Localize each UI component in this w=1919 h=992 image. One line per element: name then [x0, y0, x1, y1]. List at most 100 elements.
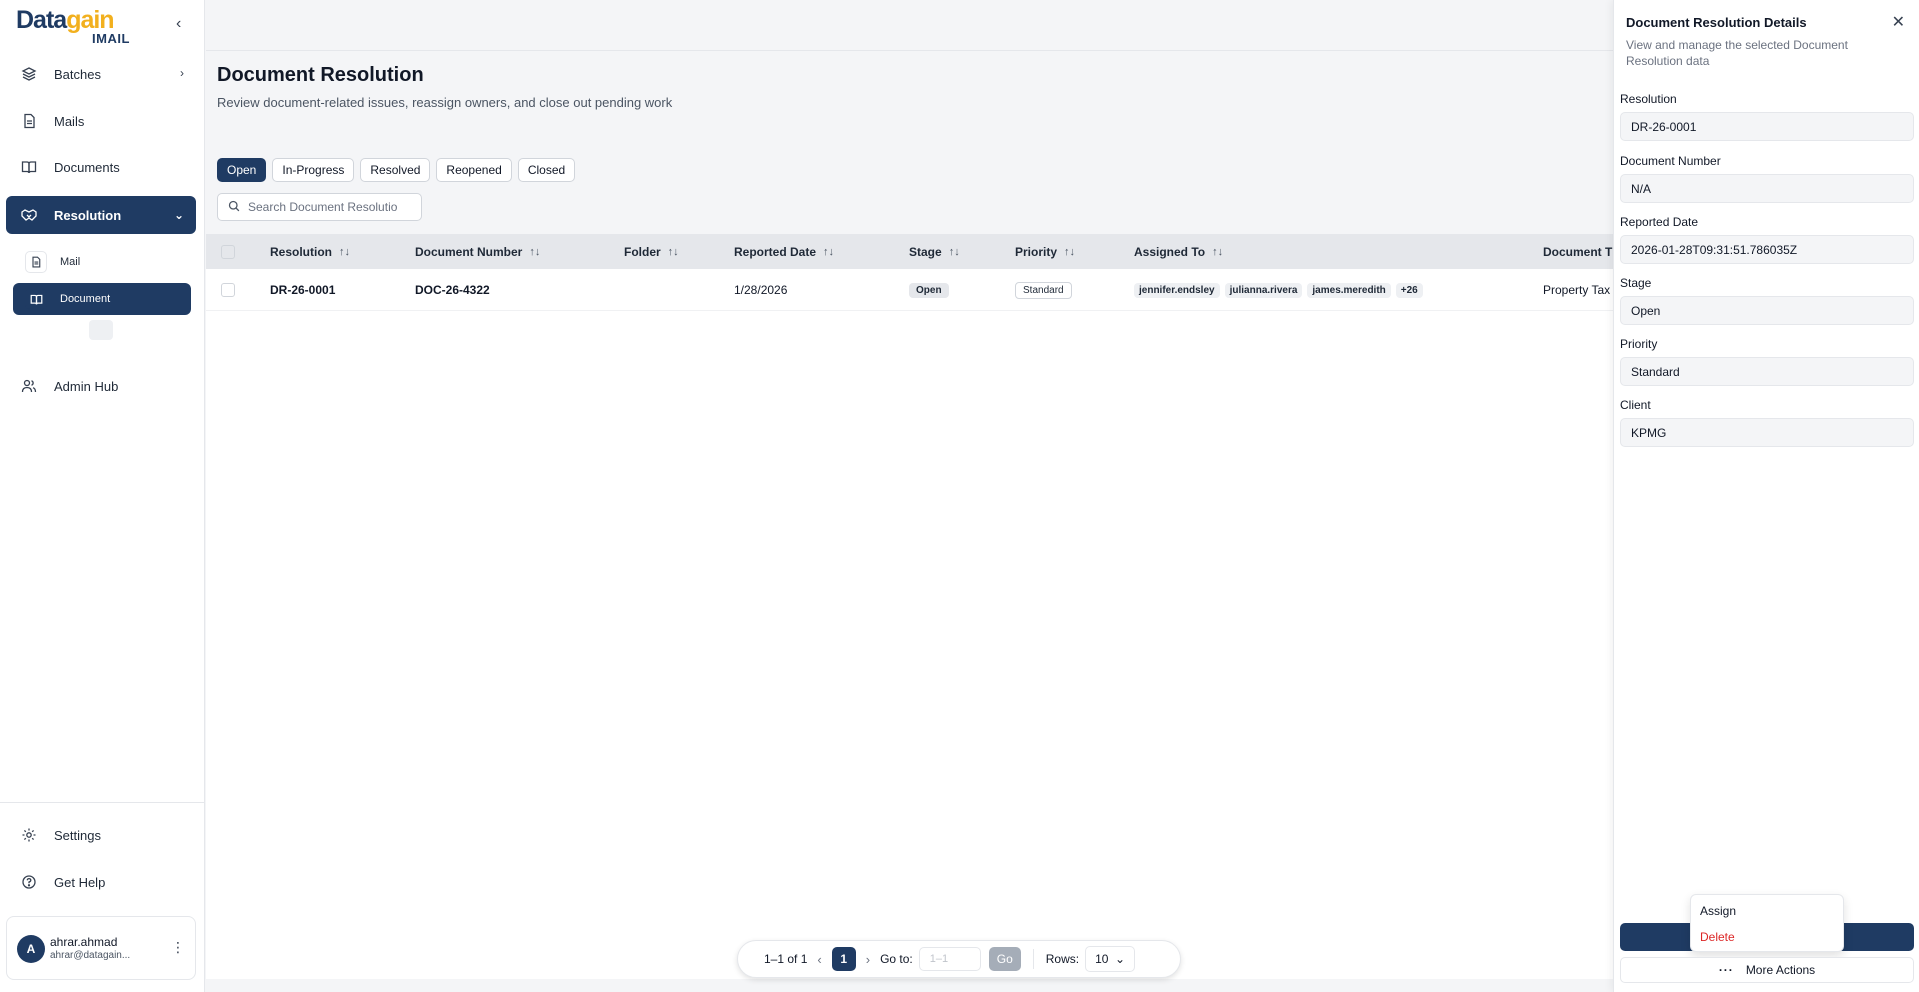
tab-resolved[interactable]: Resolved — [360, 158, 431, 182]
logo-subtext: IMAIL — [92, 31, 130, 46]
search-input[interactable] — [248, 200, 398, 214]
field-label-document-number: Document Number — [1620, 154, 1721, 168]
handshake-icon — [20, 206, 38, 224]
close-icon[interactable]: ✕ — [1892, 12, 1905, 32]
sidebar-subitem-document[interactable]: Document — [13, 283, 191, 315]
sort-icon: ↑↓ — [1212, 245, 1224, 258]
sidebar-item-documents[interactable]: Documents — [6, 149, 196, 185]
menu-item-delete[interactable]: Delete — [1700, 930, 1735, 944]
reported-date-field[interactable] — [1620, 235, 1914, 264]
field-label-client: Client — [1620, 398, 1651, 412]
logo-text-a: Data — [16, 6, 67, 34]
select-all-checkbox[interactable] — [221, 245, 235, 259]
book-open-icon — [20, 158, 38, 176]
sort-icon: ↑↓ — [823, 245, 835, 258]
layers-icon — [20, 65, 38, 83]
cell-document-type: Property Tax — [1543, 283, 1611, 297]
sidebar-item-mails[interactable]: Mails — [6, 103, 196, 139]
more-actions-button[interactable]: ··· More Actions — [1620, 957, 1914, 983]
column-header-folder[interactable]: Folder ↑↓ — [624, 234, 679, 269]
collapse-sidebar-icon[interactable]: ‹ — [176, 16, 192, 32]
cell-stage: Open — [909, 269, 949, 311]
field-label-reported-date: Reported Date — [1620, 215, 1699, 229]
menu-item-assign[interactable]: Assign — [1700, 904, 1736, 918]
column-header-priority[interactable]: Priority ↑↓ — [1015, 234, 1075, 269]
column-header-document-type[interactable]: Document T — [1543, 234, 1612, 269]
table-row[interactable]: DR-26-0001 DOC-26-4322 1/28/2026 Open St… — [206, 269, 1613, 311]
tab-closed[interactable]: Closed — [517, 158, 576, 182]
assignee-chip: jennifer.endsley — [1134, 282, 1220, 298]
tab-reopened[interactable]: Reopened — [436, 158, 512, 182]
page-title: Document Resolution — [217, 64, 424, 86]
sidebar-divider — [0, 802, 205, 803]
next-page-icon[interactable]: › — [866, 952, 870, 967]
column-header-stage[interactable]: Stage ↑↓ — [909, 234, 960, 269]
tab-in-progress[interactable]: In-Progress — [272, 158, 355, 182]
stage-badge: Open — [909, 282, 949, 298]
page-subtitle: Review document-related issues, reassign… — [217, 95, 673, 110]
rows-per-page-select[interactable]: 10 ⌄ — [1085, 946, 1136, 972]
table-header: Resolution ↑↓ Document Number ↑↓ Folder ↑↓ … — [206, 234, 1613, 269]
resolution-field[interactable] — [1620, 112, 1914, 141]
client-field[interactable] — [1620, 418, 1914, 447]
sort-icon: ↑↓ — [948, 245, 960, 258]
chevron-down-icon: ⌄ — [173, 208, 184, 222]
document-number-field[interactable] — [1620, 174, 1914, 203]
column-header-resolution[interactable]: Resolution ↑↓ — [270, 234, 350, 269]
column-header-assigned-to[interactable]: Assigned To ↑↓ — [1134, 234, 1223, 269]
field-label-resolution: Resolution — [1620, 92, 1677, 106]
file-icon — [25, 251, 47, 273]
cell-assigned-to: jennifer.endsley julianna.rivera james.m… — [1134, 269, 1428, 311]
priority-field[interactable] — [1620, 357, 1914, 386]
assignee-more-chip[interactable]: +26 — [1395, 282, 1423, 298]
panel-title: Document Resolution Details — [1626, 15, 1807, 30]
tab-open[interactable]: Open — [217, 158, 267, 182]
user-profile-card[interactable]: A ahrar.ahmad ahrar@datagain... ⋮ — [6, 916, 196, 980]
search-icon — [228, 200, 240, 215]
goto-page-input[interactable] — [918, 947, 981, 971]
stage-tabs: Open In-Progress Resolved Reopened Close… — [217, 158, 576, 182]
priority-badge: Standard — [1015, 281, 1072, 299]
user-name: ahrar.ahmad — [50, 935, 118, 949]
go-button[interactable]: Go — [988, 947, 1021, 971]
sidebar-item-label: Batches — [54, 66, 101, 82]
chevron-right-icon: › — [180, 66, 184, 80]
sidebar-subitem-mail[interactable]: Mail — [13, 247, 191, 277]
column-header-reported-date[interactable]: Reported Date ↑↓ — [734, 234, 834, 269]
stage-field[interactable] — [1620, 296, 1914, 325]
pagination-bar: 1–1 of 1 ‹ 1 › Go to: Go Rows: 10⌄ — [737, 940, 1181, 978]
datagain-logo[interactable]: Datagain IMAIL — [16, 6, 146, 48]
sidebar-item-resolution[interactable]: Resolution ⌄ — [6, 196, 196, 234]
sort-icon: ↑↓ — [339, 245, 350, 258]
sidebar-item-get-help[interactable]: Get Help — [6, 864, 196, 900]
kebab-menu-icon[interactable]: ⋮ — [171, 939, 185, 956]
sort-icon: ↑↓ — [1064, 245, 1076, 258]
pagination-range: 1–1 of 1 — [764, 952, 808, 966]
sidebar-item-admin-hub[interactable]: Admin Hub — [6, 368, 196, 404]
field-label-priority: Priority — [1620, 337, 1658, 351]
cell-reported-date: 1/28/2026 — [734, 283, 788, 297]
book-open-icon — [25, 288, 47, 310]
users-icon — [20, 377, 38, 395]
column-header-document-number[interactable]: Document Number ↑↓ — [415, 234, 540, 269]
sidebar-item-label: Settings — [54, 827, 101, 843]
sidebar-item-batches[interactable]: Batches › — [6, 56, 196, 92]
more-actions-label: More Actions — [1745, 963, 1816, 977]
logo-text-b: gain — [66, 6, 114, 34]
more-horizontal-icon: ··· — [1718, 963, 1734, 977]
avatar: A — [17, 935, 45, 963]
help-circle-icon — [20, 873, 38, 891]
sidebar-subitem-label: Document — [60, 293, 111, 305]
sidebar-item-settings[interactable]: Settings — [6, 817, 196, 853]
gear-icon — [20, 826, 38, 844]
field-label-stage: Stage — [1620, 276, 1652, 290]
user-email: ahrar@datagain... — [50, 950, 131, 961]
page-number-button[interactable]: 1 — [831, 947, 856, 971]
cell-document-number: DOC-26-4322 — [415, 283, 490, 297]
placeholder-icon — [89, 320, 113, 340]
row-checkbox[interactable] — [221, 283, 235, 297]
previous-page-icon[interactable]: ‹ — [817, 952, 821, 967]
rows-label: Rows: — [1045, 952, 1080, 966]
sidebar-item-label: Documents — [54, 159, 120, 175]
assignee-chip: james.meredith — [1307, 282, 1391, 298]
